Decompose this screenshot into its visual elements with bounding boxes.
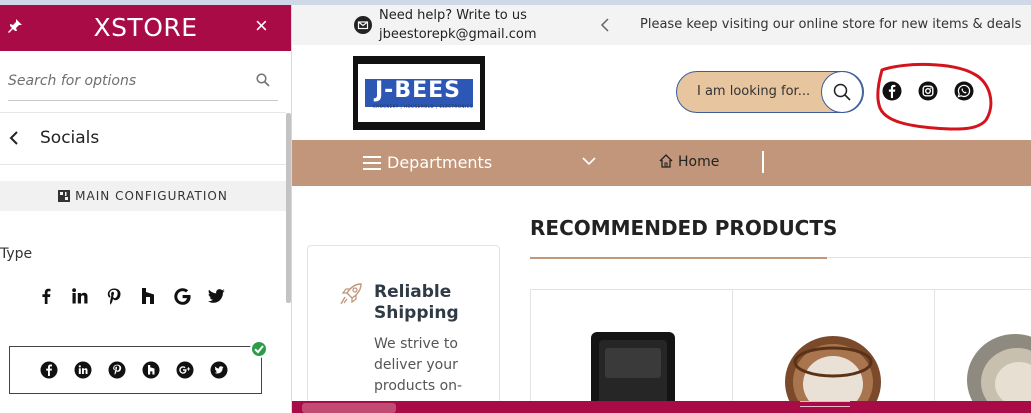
pinterest-circle-icon (108, 361, 126, 379)
selected-check-badge (250, 340, 268, 358)
shipping-info-card: Reliable Shipping We strive to deliver y… (307, 245, 500, 413)
product-image-wooden-plates (785, 336, 881, 413)
bottom-notification-bar (292, 401, 1031, 413)
linkedin-circle-icon (74, 361, 92, 379)
help-email[interactable]: jbeestorepk@gmail.com (379, 27, 537, 42)
section-title: Socials (40, 128, 100, 148)
houzz-icon[interactable] (138, 286, 158, 306)
red-annotation-circle (876, 62, 993, 131)
search-icon[interactable] (256, 73, 270, 87)
brand-logo: XSTORE (93, 13, 198, 42)
facebook-circle-icon (40, 361, 58, 379)
product-image-black-tray (591, 332, 675, 413)
search-icon (833, 83, 851, 101)
help-text: Need help? Write to us (379, 8, 527, 23)
nav-separator (762, 151, 764, 173)
heading-rule (827, 257, 1031, 258)
main-navigation: Departments Home (292, 140, 1031, 186)
chevron-left-icon[interactable] (600, 17, 610, 33)
search-button[interactable] (821, 71, 863, 113)
options-search-input[interactable] (8, 67, 248, 95)
chevron-left-icon (9, 131, 18, 145)
home-icon[interactable] (658, 153, 674, 169)
houzz-circle-icon (142, 361, 160, 379)
linkedin-icon[interactable] (70, 286, 90, 306)
close-icon[interactable]: × (255, 15, 268, 37)
product-image-bowls (967, 334, 1031, 413)
top-bar: Need help? Write to us jbeestorepk@gmail… (292, 5, 1031, 45)
heading-underline (530, 257, 827, 259)
google-icon[interactable] (172, 286, 192, 306)
logo-subtitle: CROCKERY | HOUSEHOLD | ELECTRONICS (373, 104, 473, 109)
nav-home-link[interactable]: Home (678, 154, 719, 170)
chevron-down-icon[interactable] (582, 156, 596, 166)
product-card[interactable] (934, 289, 1031, 413)
type-label: Type (0, 246, 33, 262)
shipping-title: Reliable Shipping (374, 282, 459, 323)
twitter-circle-icon (210, 361, 228, 379)
google-plus-circle-icon (176, 361, 194, 379)
panel-header: XSTORE × (0, 5, 291, 51)
back-to-parent-button[interactable]: Socials (0, 113, 286, 165)
product-card[interactable] (732, 289, 935, 413)
mail-icon (354, 16, 372, 34)
product-search[interactable]: I am looking for... (676, 71, 864, 113)
departments-menu[interactable]: Departments (387, 153, 492, 172)
pinterest-icon[interactable] (104, 286, 124, 306)
store-preview: Need help? Write to us jbeestorepk@gmail… (292, 5, 1031, 413)
logo-text: J-BEES (375, 78, 461, 103)
config-icon (58, 190, 71, 202)
section-heading: RECOMMENDED PRODUCTS (530, 216, 838, 240)
promo-message: Please keep visiting our online store fo… (640, 17, 1022, 32)
rocket-icon (340, 283, 362, 305)
main-configuration-button[interactable]: MAIN CONFIGURATION (0, 181, 286, 211)
options-search (8, 67, 278, 101)
product-card[interactable] (530, 289, 733, 413)
shipping-text: We strive to deliver your products on- (374, 336, 463, 394)
twitter-icon[interactable] (206, 286, 226, 306)
drag-handle[interactable] (800, 401, 850, 407)
panel-scrollbar[interactable] (286, 113, 291, 303)
customizer-panel: XSTORE × Socials MAIN CONFIGURATION Type (0, 5, 292, 413)
main-configuration-label: MAIN CONFIGURATION (75, 189, 228, 203)
type-icons-row (36, 285, 236, 307)
store-logo[interactable]: J-BEES CROCKERY | HOUSEHOLD | ELECTRONIC… (353, 56, 485, 130)
type-option-circle[interactable] (9, 346, 262, 394)
facebook-icon[interactable] (36, 286, 56, 306)
bottom-bar-button[interactable] (302, 403, 396, 413)
product-search-placeholder: I am looking for... (697, 84, 811, 99)
menu-icon[interactable] (363, 156, 381, 170)
